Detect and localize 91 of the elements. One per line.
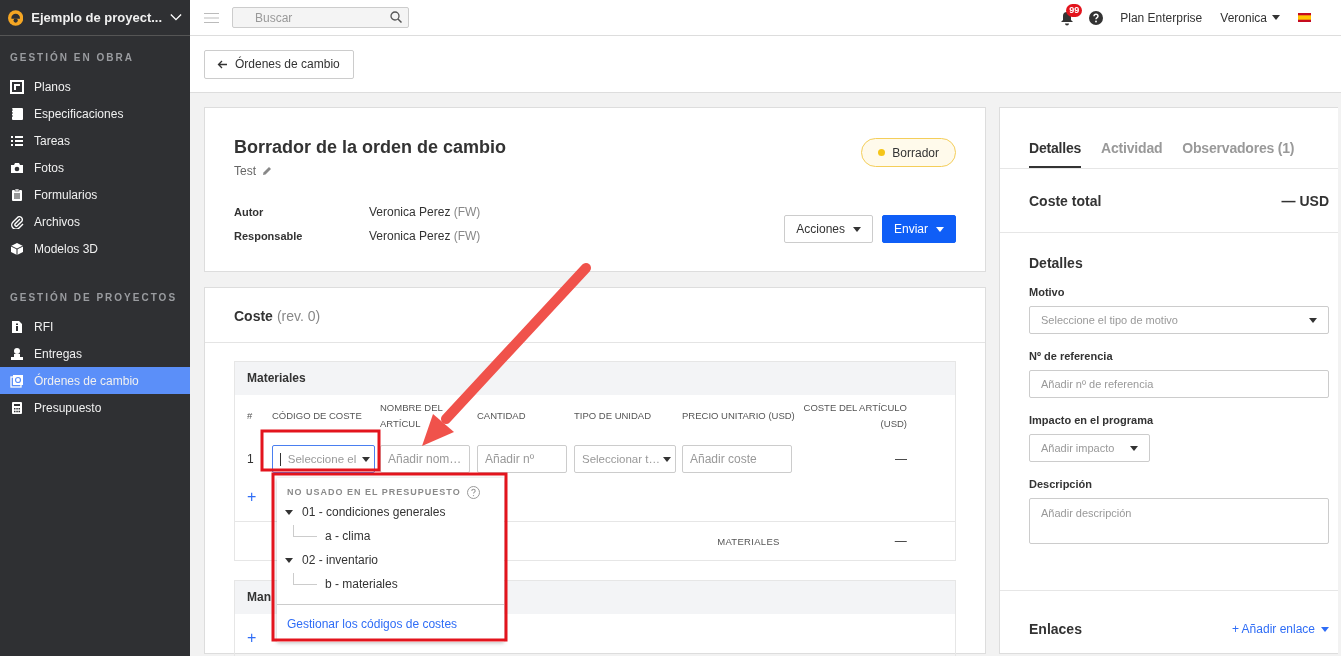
- sidebar-item[interactable]: Archivos: [0, 208, 190, 235]
- summary-label: MATERIALES: [717, 535, 780, 547]
- search-field[interactable]: Buscar: [232, 7, 409, 28]
- field-label: Responsable: [234, 230, 304, 242]
- description-field[interactable]: Añadir descripción: [1029, 498, 1329, 544]
- document-icon: [10, 319, 24, 334]
- caret-icon: [663, 456, 671, 462]
- manage-cost-codes-link[interactable]: Gestionar los códigos de costes: [287, 616, 458, 631]
- menu-heading: NO USADO EN EL PRESUPUESTO: [287, 487, 461, 497]
- section-title: Detalles: [1029, 255, 1084, 271]
- item-cost: —: [894, 452, 907, 466]
- cube-icon: [10, 241, 24, 256]
- logo-icon: [8, 8, 24, 27]
- sidebar-item[interactable]: Planos: [0, 73, 190, 100]
- sidebar-item[interactable]: Tareas: [0, 127, 190, 154]
- section-title: Materiales: [235, 362, 955, 395]
- revision-label: (rev. 0): [276, 308, 321, 324]
- tree-item[interactable]: a - clima: [319, 529, 371, 543]
- back-button[interactable]: Órdenes de cambio: [204, 49, 354, 79]
- status-badge: Borrador: [861, 138, 956, 167]
- tree-item[interactable]: 01 - condiciones generales: [277, 500, 504, 524]
- calculator-icon: [10, 400, 24, 415]
- item-name-field[interactable]: Añadir nom…: [380, 445, 470, 473]
- section-heading: GESTIÓN DE PROYECTOS: [9, 290, 179, 305]
- chevron-down-icon[interactable]: [170, 13, 182, 22]
- column-header: CANTIDAD: [477, 409, 527, 423]
- total-value: — USD: [1281, 192, 1329, 209]
- field-label: Impacto en el programa: [1029, 414, 1155, 426]
- plans-icon: [10, 79, 24, 94]
- field-label: Autor: [234, 206, 265, 218]
- column-header: COSTE DEL ARTÍCULO (USD): [802, 401, 907, 431]
- pencil-icon[interactable]: [262, 166, 272, 176]
- sidebar-item[interactable]: Especificaciones: [0, 100, 190, 127]
- unit-price-field[interactable]: Añadir coste: [682, 445, 792, 473]
- sidebar-item[interactable]: Presupuesto: [0, 394, 190, 421]
- subtitle: Test: [234, 164, 256, 178]
- notebook-icon: [10, 106, 24, 121]
- sidebar-item[interactable]: Fotos: [0, 154, 190, 181]
- sidebar-item[interactable]: Entregas: [0, 340, 190, 367]
- reference-field[interactable]: Añadir nº de referencia: [1029, 370, 1329, 398]
- caret-icon: [1321, 626, 1329, 632]
- clipboard-icon: [10, 187, 24, 202]
- quantity-field[interactable]: Añadir nº: [477, 445, 567, 473]
- column-header: PRECIO UNITARIO (USD): [682, 409, 796, 423]
- paperclip-icon: [10, 214, 24, 229]
- notification-badge: 99: [1066, 3, 1083, 17]
- section-heading: GESTIÓN EN OBRA: [9, 50, 135, 65]
- column-header: CÓDIGO DE COSTE: [272, 409, 363, 423]
- tree-item[interactable]: 02 - inventario: [277, 548, 504, 572]
- caret-icon: [853, 226, 861, 232]
- column-header: #: [247, 409, 254, 423]
- add-row-button[interactable]: +: [247, 488, 257, 506]
- actions-button[interactable]: Acciones: [784, 215, 873, 243]
- sidebar-item[interactable]: Modelos 3D: [0, 235, 190, 262]
- project-name[interactable]: Ejemplo de proyect...: [31, 10, 163, 25]
- field-value: Veronica Perez (FW): [369, 205, 482, 219]
- caret-icon: [362, 456, 370, 462]
- flag-icon[interactable]: [1298, 13, 1311, 22]
- section-title: Coste: [234, 308, 273, 324]
- user-menu[interactable]: Veronica: [1220, 10, 1280, 25]
- caret-icon: [936, 226, 944, 232]
- page-title: Borrador de la orden de cambio: [234, 136, 508, 158]
- search-icon: [390, 11, 402, 23]
- caret-icon: [1309, 317, 1317, 323]
- total-label: Coste total: [1029, 192, 1102, 209]
- add-link-button[interactable]: + Añadir enlace: [1231, 622, 1329, 636]
- person-icon: [10, 346, 24, 361]
- tab[interactable]: Detalles: [1029, 140, 1082, 168]
- help-icon[interactable]: [1089, 10, 1104, 25]
- field-label: Descripción: [1029, 478, 1093, 490]
- sidebar-item[interactable]: Formularios: [0, 181, 190, 208]
- caret-icon: [1130, 445, 1138, 451]
- arrow-left-icon: [217, 59, 227, 69]
- camera-icon: [10, 160, 24, 175]
- column-header: NOMBRE DEL ARTÍCUL: [380, 401, 444, 431]
- list-icon: [10, 133, 24, 148]
- field-value: Veronica Perez (FW): [369, 229, 482, 243]
- send-button[interactable]: Enviar: [882, 215, 956, 243]
- column-header: TIPO DE UNIDAD: [574, 409, 653, 423]
- caret-icon: [1272, 15, 1280, 20]
- summary-value: —: [894, 534, 907, 548]
- section-title: Enlaces: [1029, 621, 1082, 637]
- row-number: 1: [247, 452, 255, 466]
- field-label: Nº de referencia: [1029, 350, 1114, 362]
- sidebar-item[interactable]: RFI: [0, 313, 190, 340]
- plan-label: Plan Enterprise: [1120, 10, 1203, 25]
- tree-line: [293, 525, 317, 537]
- change-order-icon: [10, 373, 24, 388]
- field-label: Motivo: [1029, 286, 1066, 298]
- tree-line: [293, 573, 317, 585]
- add-row-button[interactable]: +: [247, 629, 257, 647]
